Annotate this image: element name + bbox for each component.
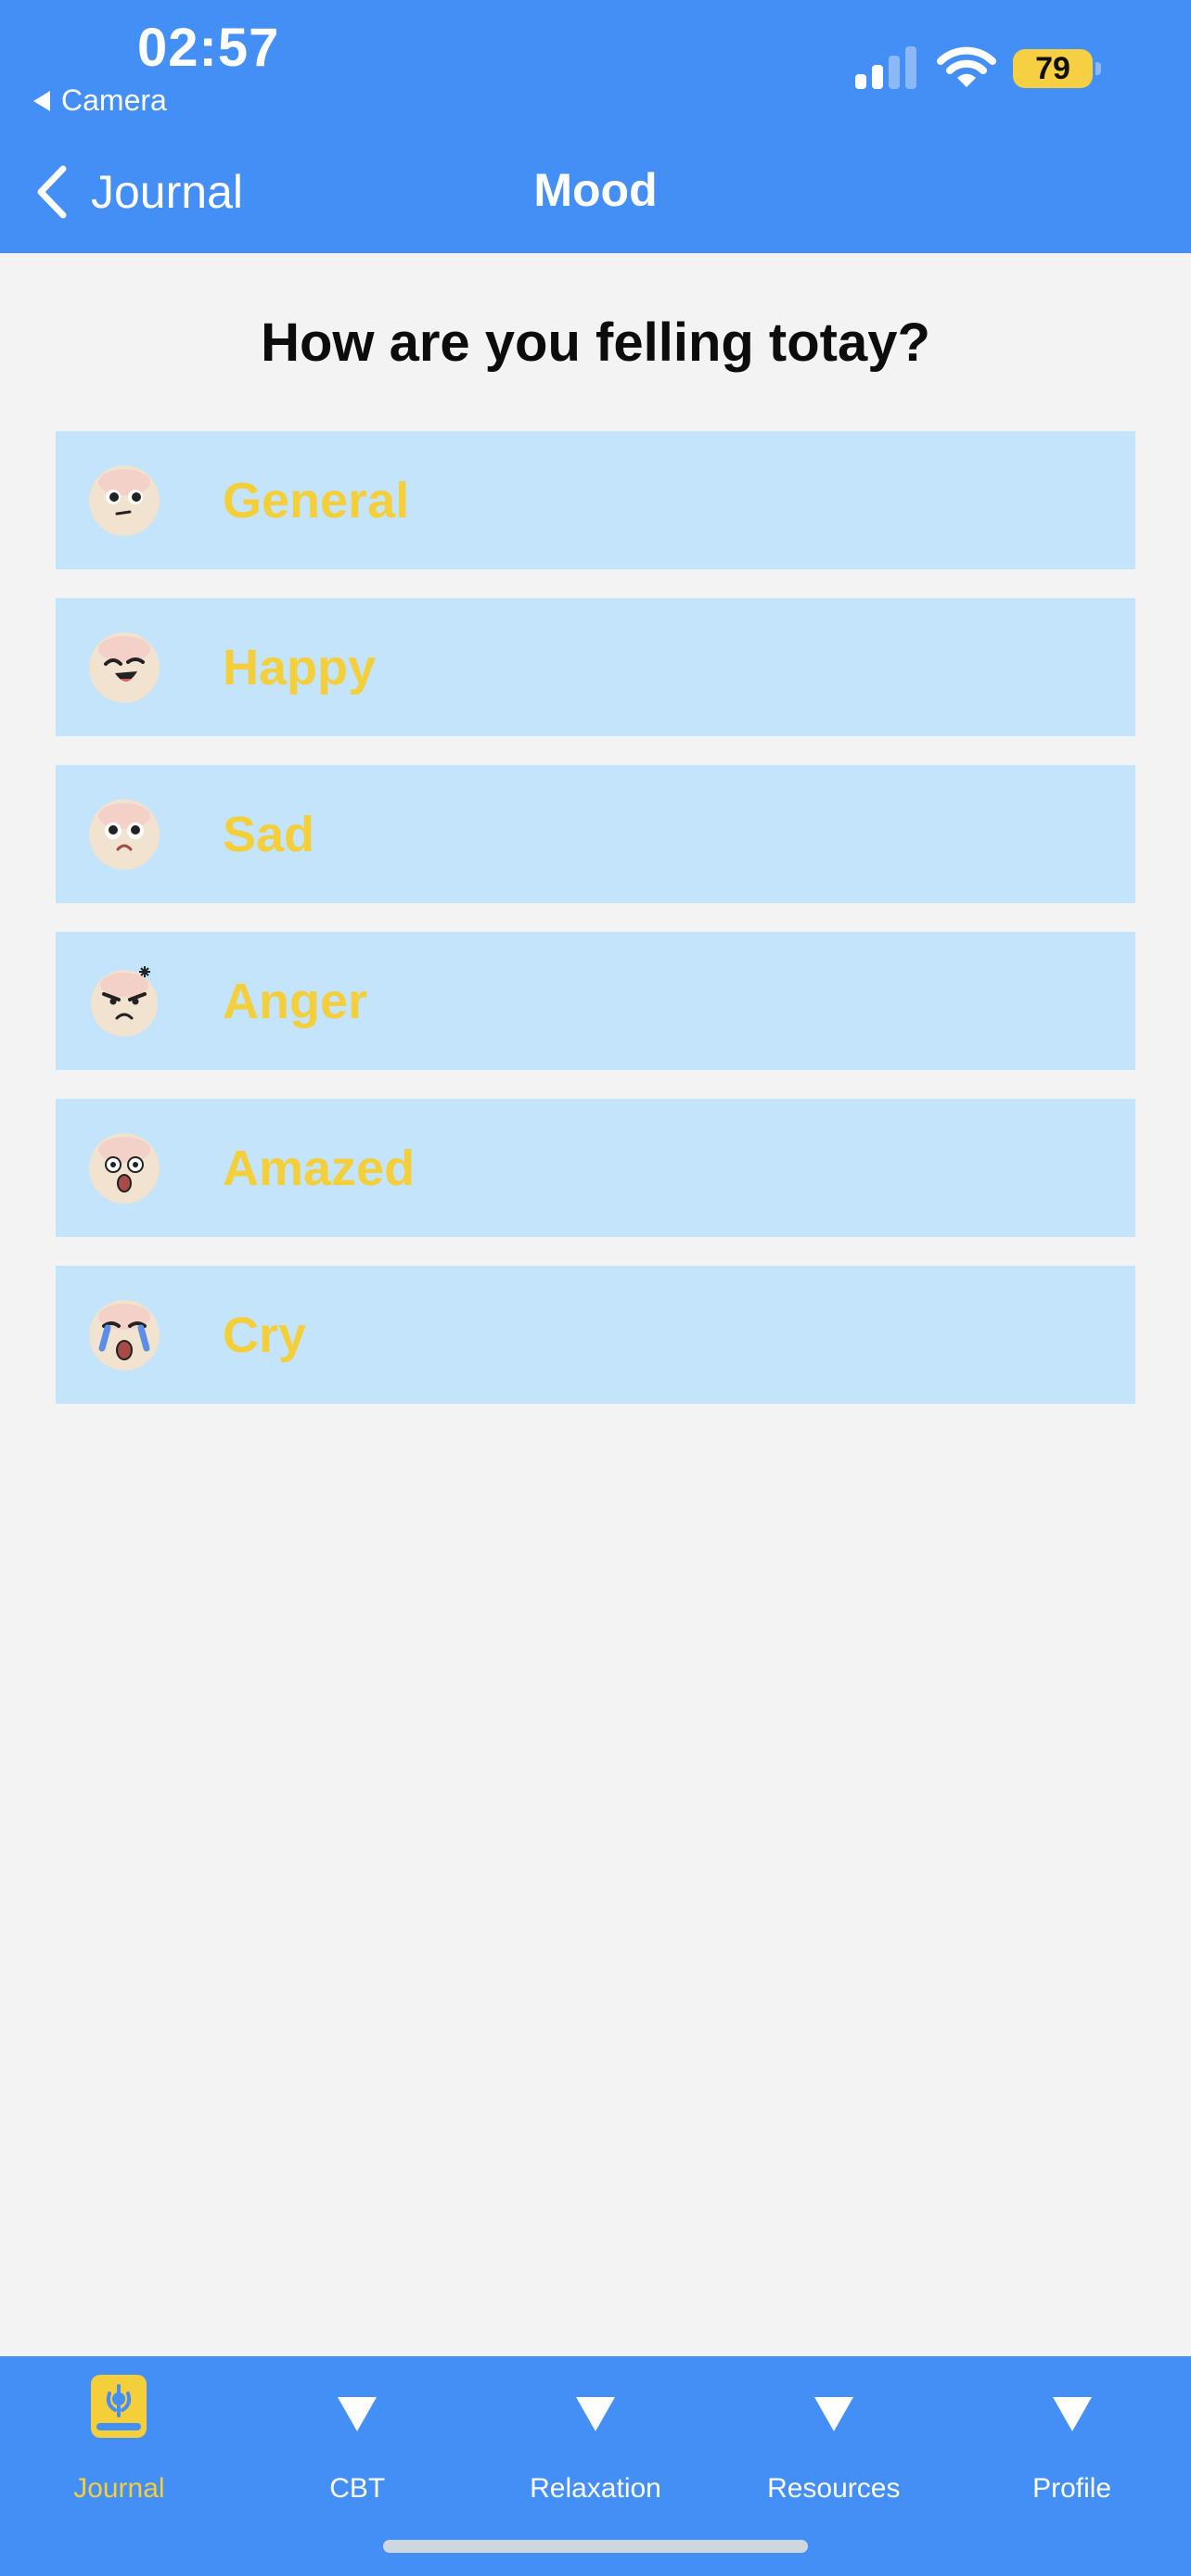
- triangle-down-icon: [575, 2382, 615, 2431]
- amazed-face-icon: [89, 1132, 160, 1204]
- battery-nub: [1095, 62, 1101, 75]
- mood-item-anger[interactable]: Anger: [56, 932, 1135, 1070]
- mood-item-amazed[interactable]: Amazed: [56, 1099, 1135, 1237]
- top-header: 02:57 Camera 79 Journal Mood: [0, 0, 1191, 253]
- triangle-down-icon: [338, 2382, 378, 2431]
- mood-label: Happy: [223, 639, 377, 695]
- back-triangle-icon: [33, 90, 50, 111]
- happy-face-icon: [89, 631, 160, 703]
- mood-label: Sad: [223, 806, 315, 862]
- page-title: Mood: [533, 164, 658, 216]
- mood-item-happy[interactable]: Happy: [56, 598, 1135, 736]
- journal-book-icon: [91, 2375, 147, 2438]
- tab-label: Journal: [73, 2473, 165, 2504]
- mood-label: Amazed: [223, 1140, 416, 1196]
- tab-label: Profile: [1032, 2473, 1112, 2504]
- home-indicator[interactable]: [383, 2540, 808, 2553]
- tab-label: Relaxation: [530, 2473, 661, 2504]
- status-time: 02:57: [137, 18, 280, 78]
- wifi-icon: [937, 46, 996, 87]
- mood-label: Cry: [223, 1307, 307, 1363]
- mood-list: General Happy Sad Anger Amazed Cry: [56, 431, 1135, 1433]
- mood-label: Anger: [223, 973, 368, 1029]
- back-app-label: Camera: [61, 83, 167, 117]
- crying-face-icon: [89, 1299, 160, 1371]
- tab-profile[interactable]: Profile: [953, 2356, 1191, 2576]
- battery-indicator: 79: [1013, 49, 1093, 88]
- angry-face-icon: [91, 965, 158, 1037]
- mood-item-sad[interactable]: Sad: [56, 765, 1135, 903]
- mood-question: How are you felling totay?: [261, 312, 930, 373]
- tab-journal[interactable]: Journal: [0, 2356, 238, 2576]
- neutral-face-icon: [89, 465, 160, 536]
- mood-item-cry[interactable]: Cry: [56, 1266, 1135, 1404]
- mood-label: General: [223, 472, 410, 529]
- triangle-down-icon: [1052, 2382, 1092, 2431]
- triangle-down-icon: [813, 2382, 853, 2431]
- mood-item-general[interactable]: General: [56, 431, 1135, 569]
- cellular-signal-icon: [855, 46, 916, 89]
- tab-label: Resources: [767, 2473, 901, 2504]
- back-to-app-button[interactable]: Camera: [33, 83, 167, 118]
- sad-face-icon: [89, 798, 160, 870]
- tab-label: CBT: [329, 2473, 386, 2504]
